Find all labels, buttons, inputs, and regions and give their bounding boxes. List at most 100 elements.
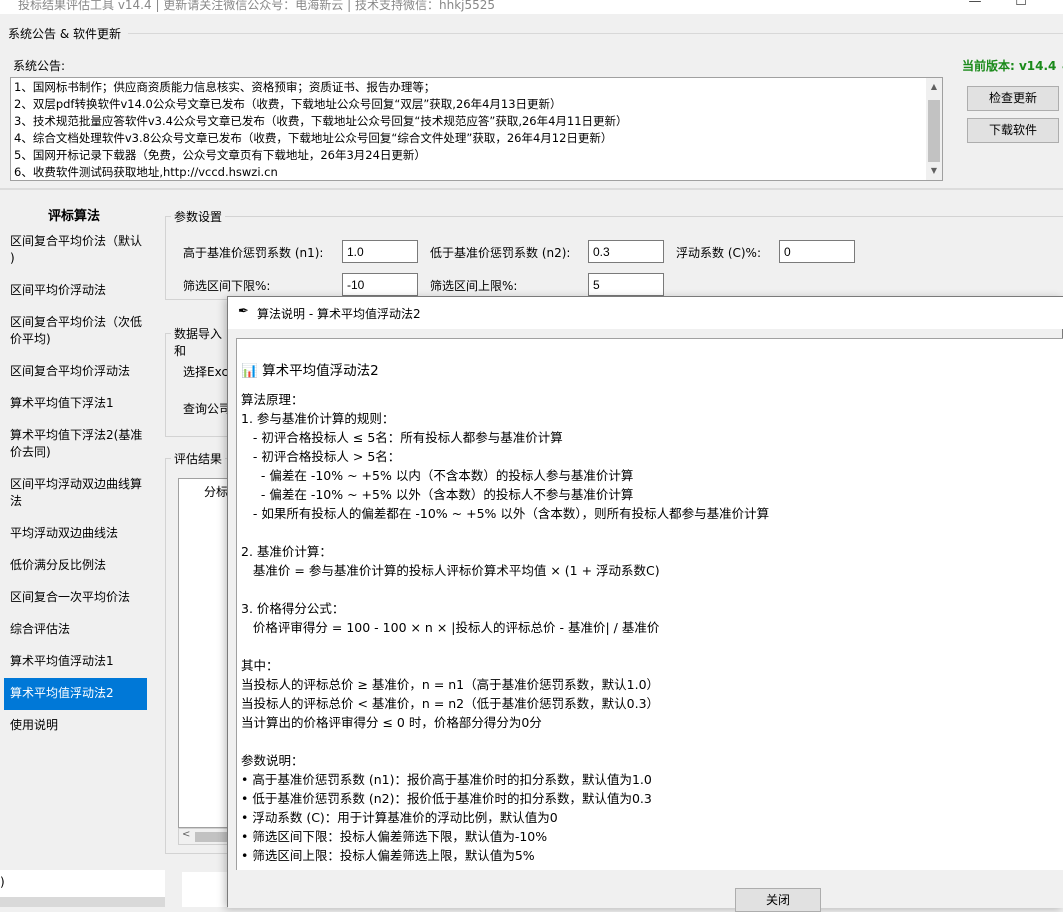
background-window-fragment: ) xyxy=(0,870,165,898)
announcement-textbox[interactable]: 1、国网标书制作；供应商资质能力信息核实、资格预审；资质证书、报告办理等； 2、… xyxy=(10,77,943,181)
current-version-label: 当前版本: v14.4 ✓ xyxy=(962,59,1063,73)
dialog-line: • 低于基准价惩罚系数 (n2)：报价低于基准价时的扣分系数，默认值为0.3 xyxy=(241,791,652,806)
results-frame-title: 评估结果 xyxy=(171,450,226,467)
window-titlebar: 投标结果评估工具 v14.4 | 更新请关注微信公众号：电海新云 | 技术支持微… xyxy=(0,0,1063,14)
nav-item-label: 算术平均值下浮法2(基准 xyxy=(10,428,143,442)
nav-item-arithmetic-float-2[interactable]: 算术平均值浮动法2 xyxy=(4,678,147,710)
dialog-line: 算法原理： xyxy=(241,392,304,407)
results-column-header[interactable]: 分标 xyxy=(204,483,228,500)
nav-item-label: 区间复合平均价法（默认 xyxy=(10,234,143,248)
minimize-button[interactable]: — xyxy=(955,0,995,14)
algorithm-info-dialog: ✒ 算法说明 - 算术平均值浮动法2 📊 算术平均值浮动法2 算法原理： 1. … xyxy=(227,296,1063,912)
dialog-line: 价格评审得分 = 100 - 100 × n × |投标人的评标总价 - 基准价… xyxy=(241,620,660,635)
n1-input[interactable] xyxy=(342,240,418,263)
dialog-titlebar: ✒ 算法说明 - 算术平均值浮动法2 xyxy=(228,297,1063,329)
fragment-text: ) xyxy=(0,875,5,889)
announcement-label: 系统公告: xyxy=(13,59,66,73)
n2-input[interactable] xyxy=(588,240,664,263)
float-coefficient-label: 浮动系数 (C)%: xyxy=(676,246,762,260)
nav-item-interval-composite-once[interactable]: 区间复合一次平均价法 xyxy=(4,589,147,606)
dialog-line: - 偏差在 -10% ~ +5% 以外（含本数）的投标人不参与基准价计算 xyxy=(241,487,634,502)
nav-item-label: 区间平均浮动双边曲线算 xyxy=(10,477,143,491)
dialog-line: 1. 参与基准价计算的规则： xyxy=(241,411,395,426)
section-divider xyxy=(128,33,1063,34)
scrollbar-thumb[interactable] xyxy=(195,832,229,842)
nav-item-arithmetic-downfloat-1[interactable]: 算术平均值下浮法1 xyxy=(4,395,147,412)
data-import-frame: 数据导入和 xyxy=(165,325,229,437)
dialog-line: - 初评合格投标人 ≤ 5名：所有投标人都参与基准价计算 xyxy=(241,430,563,445)
announcement-item: 2、双层pdf转换软件v14.0公众号文章已发布（收费，下载地址公众号回复“双层… xyxy=(14,97,562,111)
results-table[interactable]: 分标 xyxy=(178,478,230,828)
dialog-line: 当计算出的价格评审得分 ≤ 0 时，价格部分得分为0分 xyxy=(241,715,542,730)
dialog-title: 算法说明 - 算术平均值浮动法2 xyxy=(257,307,421,321)
dialog-line: • 浮动系数 (C)：用于计算基准价的浮动比例，默认值为0 xyxy=(241,810,558,825)
upper-bound-input[interactable] xyxy=(588,273,664,296)
scrollbar-thumb[interactable] xyxy=(928,100,940,162)
dialog-line: • 筛选区间上限：投标人偏差筛选上限，默认值为5% xyxy=(241,848,535,863)
dialog-line xyxy=(241,732,769,751)
nav-item-interval-double-curve[interactable]: 区间平均浮动双边曲线算 法 xyxy=(4,476,147,510)
nav-item-comprehensive[interactable]: 综合评估法 xyxy=(4,621,147,638)
maximize-button[interactable]: ☐ xyxy=(1001,0,1041,14)
dialog-line: 当投标人的评标总价 < 基准价，n = n2（低于基准价惩罚系数，默认0.3） xyxy=(241,696,660,711)
dialog-line: - 偏差在 -10% ~ +5% 以内（不含本数）的投标人参与基准价计算 xyxy=(241,468,634,483)
dialog-line: 参数说明： xyxy=(241,753,304,768)
background-window-fragment xyxy=(182,872,228,907)
nav-item-average-double-curve[interactable]: 平均浮动双边曲线法 xyxy=(4,525,147,542)
announcement-item: 5、国网开标记录下载器（免费，公众号文章页有下载地址，26年3月24日更新） xyxy=(14,148,426,162)
nav-item-label: 价去同) xyxy=(10,445,51,459)
announcement-item: 3、技术规范批量应答软件v3.4公众号文章已发布（收费，下载地址公众号回复“技术… xyxy=(14,114,628,128)
download-software-button[interactable]: 下载软件 xyxy=(967,118,1059,143)
dialog-line: - 如果所有投标人的偏差都在 -10% ~ +5% 以外（含本数），则所有投标人… xyxy=(241,506,770,521)
check-update-button[interactable]: 检查更新 xyxy=(967,86,1059,111)
nav-item-usage-guide[interactable]: 使用说明 xyxy=(4,717,147,734)
nav-item-interval-composite-float[interactable]: 区间复合平均价浮动法 xyxy=(4,363,147,380)
background-window-strip xyxy=(0,897,165,907)
nav-item-label: 区间复合平均价法（次低 xyxy=(10,315,143,329)
dialog-line: 2. 基准价计算： xyxy=(241,544,332,559)
dialog-line: • 高于基准价惩罚系数 (n1)：报价高于基准价时的扣分系数，默认值为1.0 xyxy=(241,772,652,787)
dialog-line xyxy=(241,580,769,599)
section-separator xyxy=(0,188,1063,190)
dialog-line: 当投标人的评标总价 ≥ 基准价，n = n1（高于基准价惩罚系数，默认1.0） xyxy=(241,677,660,692)
nav-item-low-price-inverse[interactable]: 低价满分反比例法 xyxy=(4,557,147,574)
nav-item-arithmetic-float-1[interactable]: 算术平均值浮动法1 xyxy=(4,653,147,670)
nav-item-interval-average-float[interactable]: 区间平均价浮动法 xyxy=(4,282,147,299)
scroll-left-icon[interactable]: < xyxy=(182,829,190,840)
announcement-section-title: 系统公告 & 软件更新 xyxy=(8,27,121,41)
dialog-textbox[interactable]: 📊 算术平均值浮动法2 算法原理： 1. 参与基准价计算的规则： - 初评合格投… xyxy=(236,338,1063,870)
dialog-line: 3. 价格得分公式： xyxy=(241,601,345,616)
close-button[interactable]: 关闭 xyxy=(735,888,821,912)
nav-item-interval-composite-second-low[interactable]: 区间复合平均价法（次低 价平均) xyxy=(4,314,147,348)
announcement-scrollbar[interactable]: ▲ ▼ xyxy=(926,78,942,180)
results-hscrollbar[interactable]: < xyxy=(178,828,230,845)
n1-label: 高于基准价惩罚系数 (n1): xyxy=(183,246,324,260)
nav-item-label: 价平均) xyxy=(10,332,51,346)
nav-item-interval-composite-average[interactable]: 区间复合平均价法（默认 ) xyxy=(4,233,147,267)
upper-bound-label: 筛选区间上限%: xyxy=(430,279,518,293)
dialog-line: - 初评合格投标人 > 5名： xyxy=(241,449,401,464)
params-frame-title: 参数设置 xyxy=(171,208,226,225)
announcement-item: 1、国网标书制作；供应商资质能力信息核实、资格预审；资质证书、报告办理等； xyxy=(14,80,436,94)
lower-bound-input[interactable] xyxy=(342,273,418,296)
scroll-down-icon[interactable]: ▼ xyxy=(926,166,942,175)
data-import-frame-title: 数据导入和 xyxy=(171,325,229,359)
select-excel-label: 选择Exc xyxy=(183,365,229,379)
dialog-button-bar: 关闭 xyxy=(228,870,1063,912)
dialog-line xyxy=(241,523,769,542)
float-coefficient-input[interactable] xyxy=(779,240,855,263)
dialog-line: 其中： xyxy=(241,658,279,673)
announcement-list: 1、国网标书制作；供应商资质能力信息核实、资格预审；资质证书、报告办理等； 2、… xyxy=(14,79,628,181)
feather-icon: ✒ xyxy=(238,304,249,319)
n2-label: 低于基准价惩罚系数 (n2): xyxy=(430,246,571,260)
dialog-line: 基准价 = 参与基准价计算的投标人评标价算术平均值 × (1 + 浮动系数C) xyxy=(241,563,660,578)
dialog-text-lines: 📊 算术平均值浮动法2 算法原理： 1. 参与基准价计算的规则： - 初评合格投… xyxy=(241,352,769,865)
lower-bound-label: 筛选区间下限%: xyxy=(183,279,271,293)
dialog-line: • 筛选区间下限：投标人偏差筛选下限，默认值为-10% xyxy=(241,829,548,844)
nav-item-label: 法 xyxy=(10,494,23,508)
announcement-item: 6、收费软件测试码获取地址,http://vccd.hswzi.cn xyxy=(14,165,278,179)
nav-item-arithmetic-downfloat-2[interactable]: 算术平均值下浮法2(基准 价去同) xyxy=(4,427,147,461)
scroll-up-icon[interactable]: ▲ xyxy=(926,82,942,91)
query-company-label: 查询公司 xyxy=(183,402,232,416)
algorithm-nav-title: 评标算法 xyxy=(47,209,100,224)
